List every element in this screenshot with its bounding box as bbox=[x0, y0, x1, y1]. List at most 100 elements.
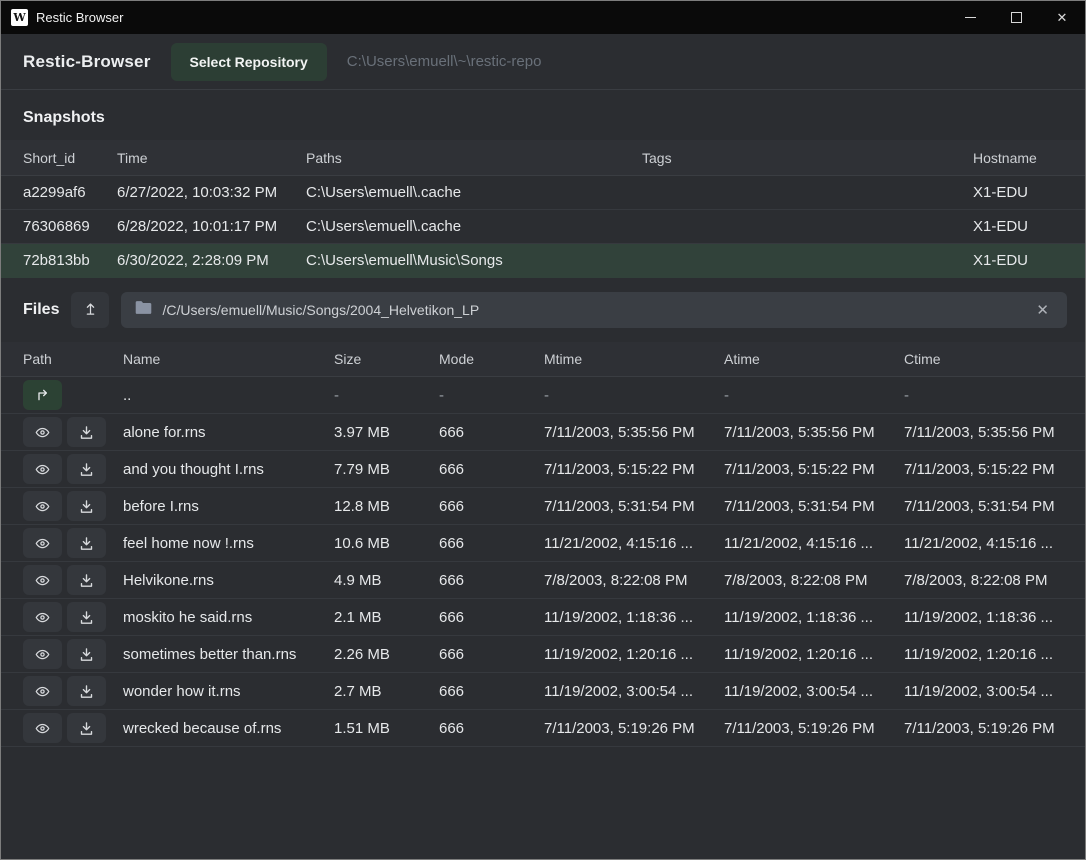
snapshot-time: 6/30/2022, 2:28:09 PM bbox=[117, 252, 306, 269]
eye-icon bbox=[34, 536, 51, 551]
file-size: 4.9 MB bbox=[334, 572, 439, 589]
folder-icon bbox=[135, 300, 152, 320]
maximize-button[interactable] bbox=[993, 1, 1039, 34]
file-name: alone for.rns bbox=[123, 424, 334, 441]
file-ctime: 7/11/2003, 5:35:56 PM bbox=[904, 424, 1085, 441]
preview-file-button[interactable] bbox=[23, 565, 62, 595]
download-file-button[interactable] bbox=[67, 713, 106, 743]
snapshot-short-id: a2299af6 bbox=[23, 184, 117, 201]
file-row[interactable]: alone for.rns 3.97 MB 666 7/11/2003, 5:3… bbox=[1, 414, 1085, 451]
file-ctime: 11/19/2002, 1:20:16 ... bbox=[904, 646, 1085, 663]
eye-icon bbox=[34, 573, 51, 588]
select-repository-button[interactable]: Select Repository bbox=[171, 43, 327, 81]
file-row[interactable]: sometimes better than.rns 2.26 MB 666 11… bbox=[1, 636, 1085, 673]
files-title: Files bbox=[23, 301, 59, 319]
eye-icon bbox=[34, 647, 51, 662]
snapshot-row[interactable]: a2299af6 6/27/2022, 10:03:32 PM C:\Users… bbox=[1, 176, 1085, 210]
file-row[interactable]: and you thought I.rns 7.79 MB 666 7/11/2… bbox=[1, 451, 1085, 488]
download-file-button[interactable] bbox=[67, 417, 106, 447]
maximize-icon bbox=[1011, 12, 1022, 23]
file-row[interactable]: before I.rns 12.8 MB 666 7/11/2003, 5:31… bbox=[1, 488, 1085, 525]
file-row[interactable]: wonder how it.rns 2.7 MB 666 11/19/2002,… bbox=[1, 673, 1085, 710]
preview-file-button[interactable] bbox=[23, 417, 62, 447]
file-name: moskito he said.rns bbox=[123, 609, 334, 626]
eye-icon bbox=[34, 499, 51, 514]
preview-file-button[interactable] bbox=[23, 454, 62, 484]
preview-file-button[interactable] bbox=[23, 713, 62, 743]
download-file-button[interactable] bbox=[67, 528, 106, 558]
path-breadcrumb[interactable]: /C/Users/emuell/Music/Songs/2004_Helveti… bbox=[121, 292, 1067, 328]
column-mode: Mode bbox=[439, 351, 544, 367]
file-atime: 11/19/2002, 1:20:16 ... bbox=[724, 646, 904, 663]
snapshot-paths: C:\Users\emuell\.cache bbox=[306, 184, 642, 201]
file-row[interactable]: wrecked because of.rns 1.51 MB 666 7/11/… bbox=[1, 710, 1085, 747]
close-button[interactable]: ✕ bbox=[1039, 1, 1085, 34]
download-icon bbox=[79, 721, 94, 736]
app-header: Restic-Browser Select Repository C:\User… bbox=[1, 34, 1085, 90]
file-name: sometimes better than.rns bbox=[123, 646, 334, 663]
file-size: 7.79 MB bbox=[334, 461, 439, 478]
download-icon bbox=[79, 425, 94, 440]
file-atime: 11/21/2002, 4:15:16 ... bbox=[724, 535, 904, 552]
column-paths: Paths bbox=[306, 150, 642, 166]
download-file-button[interactable] bbox=[67, 639, 106, 669]
corner-up-right-arrow-icon bbox=[35, 387, 51, 403]
snapshot-row[interactable]: 72b813bb 6/30/2022, 2:28:09 PM C:\Users\… bbox=[1, 244, 1085, 278]
download-icon bbox=[79, 536, 94, 551]
snapshot-paths: C:\Users\emuell\Music\Songs bbox=[306, 252, 642, 269]
download-file-button[interactable] bbox=[67, 602, 106, 632]
download-file-button[interactable] bbox=[67, 491, 106, 521]
repository-path: C:\Users\emuell\~\restic-repo bbox=[347, 53, 542, 70]
column-tags: Tags bbox=[642, 150, 973, 166]
file-name: before I.rns bbox=[123, 498, 334, 515]
parent-directory-row[interactable]: .. - - - - - bbox=[1, 377, 1085, 414]
parent-name: .. bbox=[123, 387, 334, 404]
preview-file-button[interactable] bbox=[23, 639, 62, 669]
file-ctime: 7/11/2003, 5:15:22 PM bbox=[904, 461, 1085, 478]
file-row[interactable]: Helvikone.rns 4.9 MB 666 7/8/2003, 8:22:… bbox=[1, 562, 1085, 599]
file-row[interactable]: moskito he said.rns 2.1 MB 666 11/19/200… bbox=[1, 599, 1085, 636]
file-size: 2.7 MB bbox=[334, 683, 439, 700]
snapshots-title: Snapshots bbox=[23, 109, 105, 126]
download-icon bbox=[79, 610, 94, 625]
snapshots-table-body: a2299af6 6/27/2022, 10:03:32 PM C:\Users… bbox=[1, 176, 1085, 278]
snapshot-row[interactable]: 76306869 6/28/2022, 10:01:17 PM C:\Users… bbox=[1, 210, 1085, 244]
download-icon bbox=[79, 462, 94, 477]
preview-file-button[interactable] bbox=[23, 491, 62, 521]
file-row[interactable]: feel home now !.rns 10.6 MB 666 11/21/20… bbox=[1, 525, 1085, 562]
download-file-button[interactable] bbox=[67, 565, 106, 595]
eye-icon bbox=[34, 721, 51, 736]
file-mtime: 7/11/2003, 5:31:54 PM bbox=[544, 498, 724, 515]
preview-file-button[interactable] bbox=[23, 602, 62, 632]
eye-icon bbox=[34, 425, 51, 440]
parent-atime: - bbox=[724, 387, 904, 404]
file-ctime: 7/11/2003, 5:19:26 PM bbox=[904, 720, 1085, 737]
parent-mtime: - bbox=[544, 387, 724, 404]
snapshot-time: 6/27/2022, 10:03:32 PM bbox=[117, 184, 306, 201]
minimize-icon bbox=[965, 17, 976, 18]
clear-path-button[interactable]: ✕ bbox=[1032, 299, 1053, 321]
go-up-button[interactable] bbox=[71, 292, 109, 328]
file-mtime: 7/11/2003, 5:19:26 PM bbox=[544, 720, 724, 737]
download-file-button[interactable] bbox=[67, 676, 106, 706]
minimize-button[interactable] bbox=[947, 1, 993, 34]
file-ctime: 7/8/2003, 8:22:08 PM bbox=[904, 572, 1085, 589]
file-ctime: 11/19/2002, 1:18:36 ... bbox=[904, 609, 1085, 626]
file-name: feel home now !.rns bbox=[123, 535, 334, 552]
preview-file-button[interactable] bbox=[23, 528, 62, 558]
file-mtime: 7/11/2003, 5:35:56 PM bbox=[544, 424, 724, 441]
file-mtime: 7/8/2003, 8:22:08 PM bbox=[544, 572, 724, 589]
download-file-button[interactable] bbox=[67, 454, 106, 484]
eye-icon bbox=[34, 610, 51, 625]
parent-size: - bbox=[334, 387, 439, 404]
snapshot-paths: C:\Users\emuell\.cache bbox=[306, 218, 642, 235]
open-parent-button[interactable] bbox=[23, 380, 62, 410]
column-time: Time bbox=[117, 150, 306, 166]
column-mtime: Mtime bbox=[544, 351, 724, 367]
arrow-up-from-bar-icon bbox=[83, 301, 98, 319]
preview-file-button[interactable] bbox=[23, 676, 62, 706]
file-ctime: 11/19/2002, 3:00:54 ... bbox=[904, 683, 1085, 700]
file-ctime: 11/21/2002, 4:15:16 ... bbox=[904, 535, 1085, 552]
file-mode: 666 bbox=[439, 424, 544, 441]
file-mtime: 11/19/2002, 1:20:16 ... bbox=[544, 646, 724, 663]
